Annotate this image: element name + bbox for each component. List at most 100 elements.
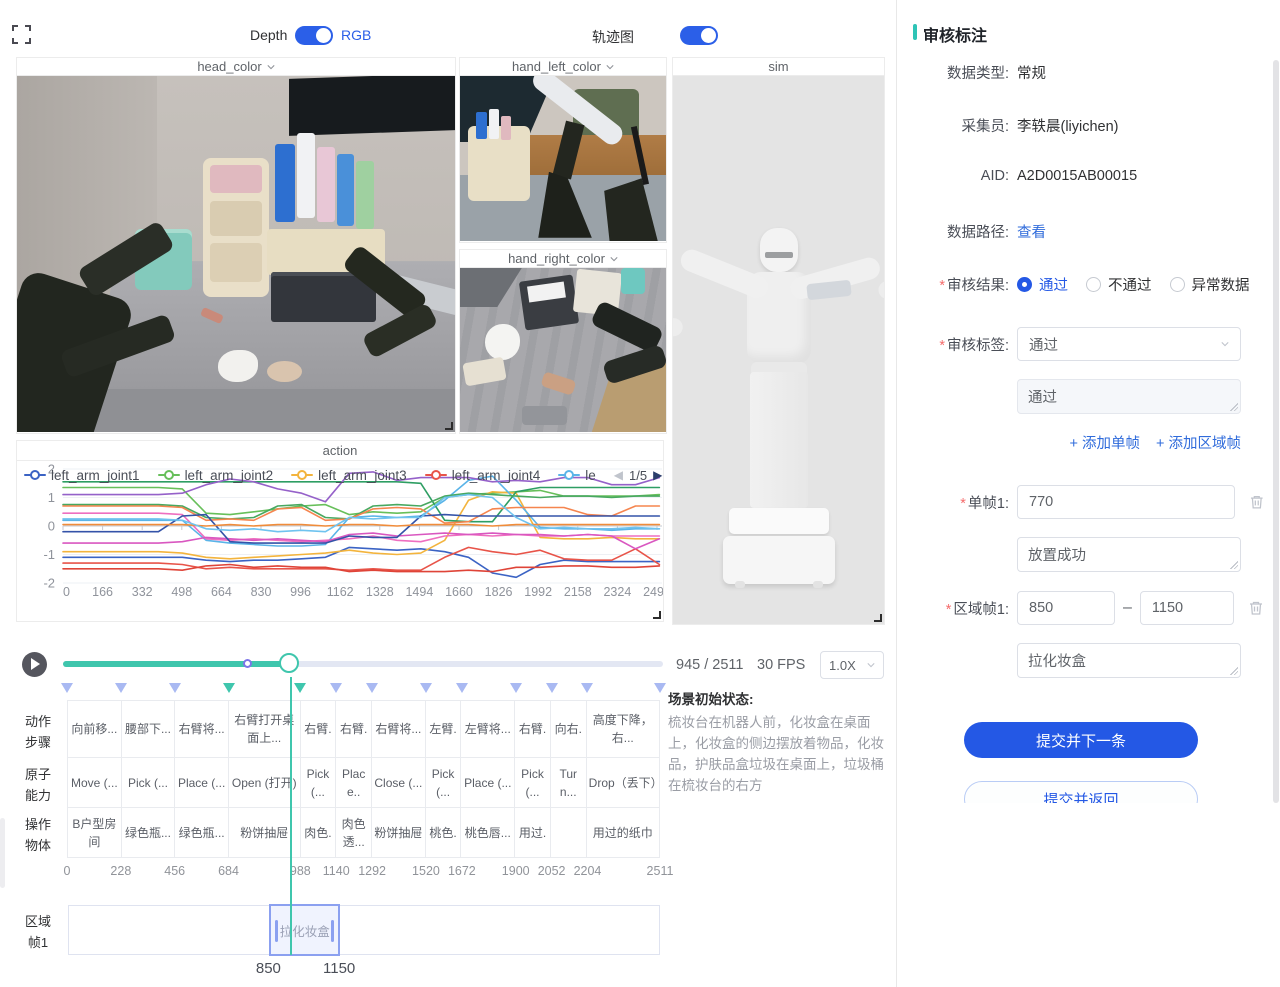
result-radio-option[interactable]: 不通过 [1086, 274, 1152, 295]
step-marker-icon[interactable] [294, 683, 306, 693]
step-column[interactable]: 腰部下...Pick (...绿色瓶... [122, 701, 176, 857]
step-cell: 右臂打开桌面上... [229, 701, 300, 758]
step-marker-icon[interactable] [581, 683, 593, 693]
step-column[interactable]: 左臂将...Place (...桃色唇... [461, 701, 515, 857]
step-cell: 向前移... [68, 701, 121, 758]
camera-panel-head: head_color [16, 57, 456, 434]
region-end-input[interactable]: 1150 [1140, 591, 1234, 625]
step-cell: Tur n... [551, 758, 586, 808]
slider-handle[interactable] [279, 653, 299, 673]
step-column[interactable]: 右臂将...Place (...绿色瓶... [175, 701, 229, 857]
frame-axis-label: 1520 [412, 864, 440, 878]
region-frame-block[interactable]: 拉化妆盒 [269, 904, 340, 956]
legend-label: left_arm_joint1 [51, 468, 140, 483]
legend-prev-icon[interactable]: ◀ [614, 469, 623, 481]
step-cell: 用过. [515, 808, 550, 857]
timeline-slider[interactable] [63, 661, 663, 667]
view-link[interactable]: 查看 [1017, 221, 1046, 242]
step-marker-icon[interactable] [330, 683, 342, 693]
svg-text:1660: 1660 [445, 585, 473, 599]
review-tag-select[interactable]: 通过 [1017, 327, 1241, 361]
step-marker-icon[interactable] [654, 683, 666, 693]
legend-next-icon[interactable]: ▶ [653, 469, 662, 481]
result-radio-option[interactable]: 异常数据 [1170, 274, 1250, 295]
panel-resize-handle[interactable] [874, 614, 882, 622]
step-marker-icon[interactable] [510, 683, 522, 693]
step-cell: Pick (... [301, 758, 336, 808]
step-marker-icon[interactable] [546, 683, 558, 693]
camera-header-hand-right[interactable]: hand_right_color [460, 250, 666, 268]
region-handle-right[interactable] [331, 920, 334, 942]
tag-comment-textarea[interactable]: 通过 [1017, 379, 1241, 414]
legend-item[interactable]: left_arm_joint4 [425, 468, 541, 483]
depth-rgb-toggle[interactable] [295, 26, 333, 45]
panel-scrollbar[interactable] [1273, 60, 1279, 803]
step-marker-icon[interactable] [366, 683, 378, 693]
legend-item[interactable]: left_arm_joint2 [158, 468, 274, 483]
legend-item[interactable]: left_arm_joint1 [24, 468, 140, 483]
frame-axis-label: 1292 [358, 864, 386, 878]
step-marker-icon[interactable] [420, 683, 432, 693]
result-radio-group: 通过 不通过 异常数据 [1017, 274, 1250, 295]
svg-text:830: 830 [251, 585, 272, 599]
step-column[interactable]: 右臂.Pick (...肉色. [301, 701, 337, 857]
submit-next-button[interactable]: 提交并下一条 [964, 722, 1198, 758]
step-column[interactable]: 高度下降，右...Drop（丢下）用过的纸巾 [587, 701, 659, 857]
resize-grip-icon[interactable] [1230, 667, 1238, 675]
region-note-textarea[interactable]: 拉化妆盒 [1017, 643, 1241, 678]
panel-title: 审核标注 [923, 22, 987, 46]
step-marker-icon[interactable] [223, 683, 235, 693]
step-cell: Close (... [372, 758, 425, 808]
field-data-type: 数据类型: 常规 [897, 62, 1265, 83]
field-review-result: *审核结果: 通过 不通过 异常数据 [897, 274, 1265, 295]
single-frame-input[interactable]: 770 [1017, 485, 1235, 519]
panel-resize-handle[interactable] [445, 422, 453, 430]
trajectory-toggle[interactable] [680, 26, 718, 45]
legend-item[interactable]: left_arm_joint3 [291, 468, 407, 483]
speed-select[interactable]: 1.0X [820, 651, 884, 679]
step-marker-icon[interactable] [456, 683, 468, 693]
submit-return-button[interactable]: 提交并返回 [964, 781, 1198, 803]
fullscreen-icon[interactable] [12, 25, 31, 44]
delete-region-frame-icon[interactable] [1248, 600, 1264, 616]
step-marker-icon[interactable] [169, 683, 181, 693]
resize-grip-icon[interactable] [1230, 561, 1238, 569]
play-button[interactable] [22, 652, 47, 677]
region-start-input[interactable]: 850 [1017, 591, 1115, 625]
svg-text:664: 664 [211, 585, 232, 599]
result-radio-option[interactable]: 通过 [1017, 274, 1068, 295]
required-asterisk: * [960, 496, 966, 512]
delete-single-frame-icon[interactable] [1249, 494, 1265, 510]
series-marker-icon [291, 470, 313, 480]
panel-resize-handle[interactable] [653, 611, 661, 619]
svg-text:-1: -1 [43, 547, 55, 562]
step-column[interactable]: 向前移...Move (...B户型房间 [68, 701, 122, 857]
frame-axis-label: 1672 [448, 864, 476, 878]
step-marker-icon[interactable] [61, 683, 73, 693]
single-frame-note-textarea[interactable]: 放置成功 [1017, 537, 1241, 572]
legend-item[interactable]: le [558, 468, 596, 483]
step-cell: 粉饼抽屉 [372, 808, 425, 857]
speed-value: 1.0X [829, 658, 856, 673]
step-column[interactable]: 右臂.Pick (...用过. [515, 701, 551, 857]
camera-header-head[interactable]: head_color [17, 58, 455, 76]
camera-title-hand-left: hand_left_color [512, 59, 601, 74]
camera-header-hand-left[interactable]: hand_left_color [460, 58, 666, 76]
region-frame-track[interactable]: 拉化妆盒 [68, 905, 660, 955]
step-column[interactable]: 向右.Tur n... [551, 701, 587, 857]
region-handle-left[interactable] [275, 920, 278, 942]
single-frame-marker-dot[interactable] [243, 659, 252, 668]
step-marker-icon[interactable] [115, 683, 127, 693]
step-column[interactable]: 右臂将...Close (...粉饼抽屉 [372, 701, 426, 857]
add-single-frame-button[interactable]: + 添加单帧 [1070, 432, 1141, 453]
step-column[interactable]: 左臂.Pick (...桃色. [426, 701, 462, 857]
left-pane-scrollbar[interactable] [0, 818, 5, 888]
add-region-frame-button[interactable]: + 添加区域帧 [1156, 432, 1241, 453]
row-header-action-steps: 动作步骤 [22, 712, 54, 754]
step-cell: 肉色. [301, 808, 336, 857]
svg-text:2158: 2158 [564, 585, 592, 599]
frame-axis-label: 2052 [538, 864, 566, 878]
resize-grip-icon[interactable] [1230, 403, 1238, 411]
step-column[interactable]: 右臂.Plac e..肉色透... [336, 701, 372, 857]
camera-image-hand-right [460, 268, 666, 432]
